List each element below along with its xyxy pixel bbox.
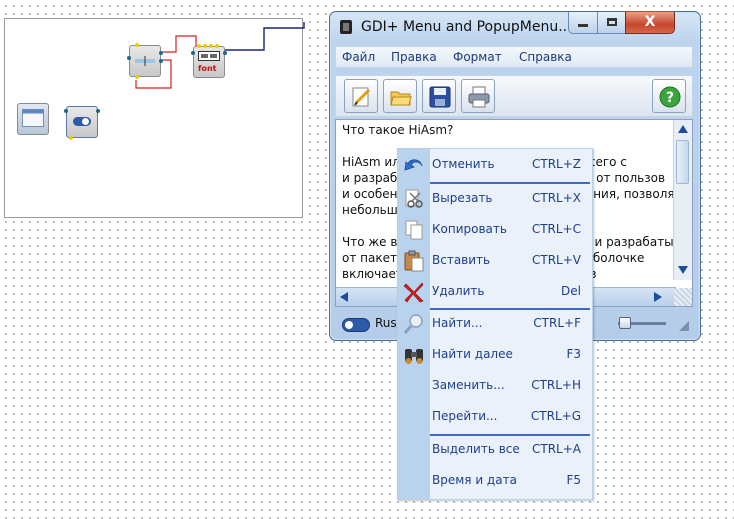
scroll-thumb[interactable] xyxy=(676,140,689,184)
font-component[interactable]: font xyxy=(191,44,227,78)
open-button[interactable] xyxy=(383,79,417,113)
toggle-component[interactable] xyxy=(64,106,100,140)
menu-separator xyxy=(430,308,590,310)
menu-item-label: Копировать xyxy=(432,222,507,236)
menu-item-time-date[interactable]: Время и дата F5 xyxy=(398,468,592,494)
menu-item-label: Найти... xyxy=(432,316,483,330)
paste-icon xyxy=(404,250,424,272)
print-icon xyxy=(468,86,490,108)
menu-item-find-next[interactable]: Найти далее F3 xyxy=(398,342,592,368)
help-glyph: ? xyxy=(666,90,674,106)
timer-component[interactable] xyxy=(127,43,163,79)
zoom-slider-thumb[interactable] xyxy=(619,317,631,329)
save-icon xyxy=(429,86,451,108)
resize-grip[interactable] xyxy=(679,321,689,331)
cut-icon xyxy=(405,189,423,208)
popup-menu: Отменить CTRL+Z Вырезать CTRL+X Копирова… xyxy=(397,148,593,500)
window-title: GDI+ Menu and PopupMenu... xyxy=(361,19,572,35)
menu-item-shortcut: CTRL+A xyxy=(532,442,581,456)
menu-item-label: Выделить все xyxy=(432,442,520,456)
menu-file[interactable]: Файл xyxy=(342,50,375,64)
menu-item-shortcut: CTRL+G xyxy=(530,409,581,423)
search-icon xyxy=(403,314,423,334)
pencil-icon xyxy=(352,87,371,107)
editor-line: Что такое HiAsm? xyxy=(342,123,454,137)
menu-item-delete[interactable]: Удалить Del xyxy=(398,279,592,305)
menu-edit[interactable]: Правка xyxy=(391,50,437,64)
menu-bar: Файл Правка Формат Справка xyxy=(335,46,693,68)
scroll-corner xyxy=(674,288,692,306)
menu-item-label: Вставить xyxy=(432,253,491,267)
font-component-label: font xyxy=(198,64,217,73)
menu-item-label: Найти далее xyxy=(432,347,513,361)
menu-item-label: Отменить xyxy=(432,157,495,171)
delete-icon xyxy=(403,282,424,303)
folder-open-icon xyxy=(390,91,412,106)
minimize-button[interactable] xyxy=(568,12,598,34)
scroll-down-icon[interactable] xyxy=(678,266,688,274)
menu-item-shortcut: Del xyxy=(561,284,581,298)
menu-item-copy[interactable]: Копировать CTRL+C xyxy=(398,217,592,243)
toggle-glyph-icon xyxy=(73,117,91,126)
menu-item-shortcut: CTRL+C xyxy=(531,222,581,236)
menu-item-replace[interactable]: Заменить... CTRL+H xyxy=(398,373,592,399)
menu-item-select-all[interactable]: Выделить все CTRL+A xyxy=(398,437,592,463)
menu-item-undo[interactable]: Отменить CTRL+Z xyxy=(398,152,592,178)
binoculars-icon xyxy=(405,349,423,364)
menu-item-shortcut: CTRL+H xyxy=(531,378,581,392)
window-glyph-icon xyxy=(198,51,220,61)
menu-item-shortcut: F5 xyxy=(566,473,581,487)
menu-item-shortcut: CTRL+V xyxy=(532,253,581,267)
print-button[interactable] xyxy=(461,79,495,113)
keyboard-toggle[interactable] xyxy=(342,318,370,332)
menu-separator xyxy=(430,182,590,184)
component-glyph-icon xyxy=(135,56,155,66)
menu-item-paste[interactable]: Вставить CTRL+V xyxy=(398,248,592,274)
film-icon xyxy=(340,20,352,34)
form-component[interactable] xyxy=(17,103,49,135)
menu-item-shortcut: CTRL+X xyxy=(531,191,581,205)
close-button[interactable]: X xyxy=(625,12,675,34)
title-bar[interactable]: GDI+ Menu and PopupMenu... X xyxy=(330,12,700,42)
maximize-icon xyxy=(606,18,617,26)
menu-help[interactable]: Справка xyxy=(519,50,572,64)
new-button[interactable] xyxy=(344,79,378,113)
vertical-scrollbar[interactable] xyxy=(673,120,692,280)
menu-separator xyxy=(430,434,590,436)
menu-item-label: Перейти... xyxy=(432,409,498,423)
help-icon: ? xyxy=(659,86,681,108)
maximize-button[interactable] xyxy=(597,12,626,34)
form-glyph-icon xyxy=(22,109,44,127)
toolbar: ? xyxy=(335,75,693,117)
menu-item-shortcut: F3 xyxy=(566,347,581,361)
menu-item-label: Заменить... xyxy=(432,378,505,392)
menu-format[interactable]: Формат xyxy=(453,50,502,64)
help-button[interactable]: ? xyxy=(652,79,686,113)
menu-item-label: Время и дата xyxy=(432,473,517,487)
close-icon: X xyxy=(644,14,656,30)
menu-item-shortcut: CTRL+F xyxy=(533,316,581,330)
menu-item-label: Вырезать xyxy=(432,191,493,205)
undo-icon xyxy=(404,159,423,171)
minimize-icon xyxy=(578,24,588,27)
menu-item-find[interactable]: Найти... CTRL+F xyxy=(398,311,592,337)
copy-icon xyxy=(405,220,423,240)
save-button[interactable] xyxy=(422,79,456,113)
menu-item-cut[interactable]: Вырезать CTRL+X xyxy=(398,186,592,212)
scroll-up-icon[interactable] xyxy=(678,125,688,133)
menu-item-shortcut: CTRL+Z xyxy=(531,157,581,171)
scroll-left-icon[interactable] xyxy=(340,292,348,302)
menu-item-goto[interactable]: Перейти... CTRL+G xyxy=(398,404,592,430)
menu-item-label: Удалить xyxy=(432,284,485,298)
scroll-right-icon[interactable] xyxy=(654,292,662,302)
